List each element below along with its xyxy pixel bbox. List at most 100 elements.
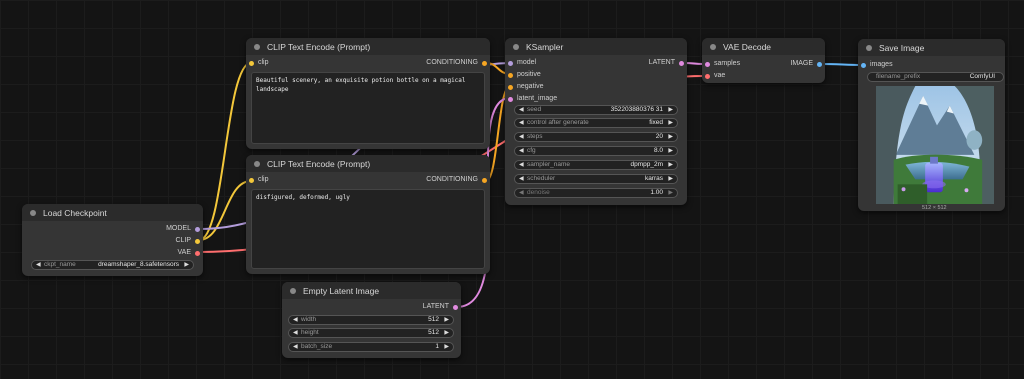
vae-decode-node[interactable]: VAE Decode samples IMAGE vae: [702, 38, 825, 83]
input-vae-port[interactable]: [705, 74, 710, 79]
ckpt-name-combo[interactable]: ◀ ckpt_name dreamshaper_8.safetensors ▶: [31, 260, 194, 270]
right-arrow-icon[interactable]: ▶: [668, 175, 673, 183]
save-image-node[interactable]: Save Image images filename_prefix ComfyU…: [858, 39, 1005, 211]
clip-text-encode-negative-node[interactable]: CLIP Text Encode (Prompt) clip CONDITION…: [246, 155, 490, 274]
input-samples-port[interactable]: [705, 62, 710, 67]
collapse-dot-icon[interactable]: [30, 209, 36, 216]
output-latent-port[interactable]: [453, 305, 458, 310]
left-arrow-icon[interactable]: ◀: [293, 329, 298, 337]
collapse-dot-icon[interactable]: [710, 43, 716, 50]
node-title: Save Image: [879, 42, 925, 53]
node-title-bar[interactable]: VAE Decode: [702, 38, 825, 55]
output-latent-label: LATENT: [422, 303, 449, 310]
ksampler-node[interactable]: KSampler model LATENT positive negative …: [505, 38, 687, 205]
collapse-dot-icon[interactable]: [254, 160, 260, 167]
width-widget[interactable]: ◀ width 512 ▶: [288, 315, 454, 325]
left-arrow-icon[interactable]: ◀: [519, 133, 524, 141]
steps-widget[interactable]: ◀ steps 20 ▶: [514, 132, 678, 142]
right-arrow-icon[interactable]: ▶: [668, 161, 673, 169]
widget-label: ckpt_name: [44, 261, 76, 268]
widget-value: dpmpp_2m: [630, 161, 663, 168]
node-title-bar[interactable]: CLIP Text Encode (Prompt): [246, 38, 490, 55]
denoise-widget[interactable]: ◀ denoise 1.00 ▶: [514, 188, 678, 198]
output-conditioning-label: CONDITIONING: [426, 176, 478, 183]
collapse-dot-icon[interactable]: [513, 43, 519, 50]
right-arrow-icon[interactable]: ▶: [668, 133, 673, 141]
output-conditioning-port[interactable]: [482, 61, 487, 66]
seed-widget[interactable]: ◀ seed 352203880376 31 ▶: [514, 105, 678, 115]
input-clip-label: clip: [258, 59, 269, 66]
output-model-port[interactable]: [195, 227, 200, 232]
sampler-name-widget[interactable]: ◀ sampler_name dpmpp_2m ▶: [514, 160, 678, 170]
right-arrow-icon[interactable]: ▶: [668, 189, 673, 197]
scheduler-widget[interactable]: ◀ scheduler karras ▶: [514, 174, 678, 184]
node-title-bar[interactable]: KSampler: [505, 38, 687, 55]
node-title-bar[interactable]: CLIP Text Encode (Prompt): [246, 155, 490, 172]
left-arrow-icon[interactable]: ◀: [519, 119, 524, 127]
input-negative-label: negative: [517, 83, 544, 90]
filename-prefix-field[interactable]: filename_prefix ComfyUI: [867, 72, 1004, 82]
left-arrow-icon[interactable]: ◀: [519, 147, 524, 155]
output-conditioning-label: CONDITIONING: [426, 59, 478, 66]
input-negative-port[interactable]: [508, 85, 513, 90]
wire-images: [819, 63, 864, 66]
batch-size-widget[interactable]: ◀ batch_size 1 ▶: [288, 342, 454, 352]
node-title: CLIP Text Encode (Prompt): [267, 41, 371, 52]
output-latent-port[interactable]: [679, 61, 684, 66]
widget-label: sampler_name: [527, 161, 570, 168]
widget-label: control after generate: [527, 119, 589, 126]
control-after-generate-widget[interactable]: ◀ control after generate fixed ▶: [514, 118, 678, 128]
widget-value: dreamshaper_8.safetensors: [98, 261, 179, 268]
node-title: CLIP Text Encode (Prompt): [267, 158, 371, 169]
right-arrow-icon[interactable]: ▶: [444, 343, 449, 351]
generated-image-preview[interactable]: [876, 86, 994, 204]
collapse-dot-icon[interactable]: [290, 287, 296, 294]
prompt-textarea[interactable]: disfigured, deformed, ugly: [251, 189, 485, 269]
input-images-port[interactable]: [861, 63, 866, 68]
input-positive-port[interactable]: [508, 73, 513, 78]
node-title-bar[interactable]: Save Image: [858, 39, 1005, 56]
prompt-textarea[interactable]: Beautiful scenery, an exquisite potion b…: [251, 72, 485, 144]
collapse-dot-icon[interactable]: [866, 44, 872, 51]
left-arrow-icon[interactable]: ◀: [293, 316, 298, 324]
right-arrow-icon[interactable]: ▶: [668, 147, 673, 155]
right-arrow-icon[interactable]: ▶: [444, 329, 449, 337]
input-clip-port[interactable]: [249, 178, 254, 183]
widget-value: 512: [428, 316, 439, 323]
left-arrow-icon[interactable]: ◀: [519, 189, 524, 197]
output-clip-port[interactable]: [195, 239, 200, 244]
input-clip-port[interactable]: [249, 61, 254, 66]
right-arrow-icon[interactable]: ▶: [668, 119, 673, 127]
left-arrow-icon[interactable]: ◀: [519, 161, 524, 169]
node-title-bar[interactable]: Load Checkpoint: [22, 204, 203, 221]
widget-label: width: [301, 316, 317, 323]
wire-clip-positive: [198, 62, 252, 241]
left-arrow-icon[interactable]: ◀: [519, 175, 524, 183]
right-arrow-icon[interactable]: ▶: [184, 261, 189, 269]
input-latent-image-port[interactable]: [508, 97, 513, 102]
right-arrow-icon[interactable]: ▶: [668, 106, 673, 114]
left-arrow-icon[interactable]: ◀: [36, 261, 41, 269]
output-latent-label: LATENT: [648, 59, 675, 66]
output-image-port[interactable]: [817, 62, 822, 67]
input-positive-label: positive: [517, 71, 541, 78]
collapse-dot-icon[interactable]: [254, 43, 260, 50]
empty-latent-image-node[interactable]: Empty Latent Image LATENT ◀ width 512 ▶ …: [282, 282, 461, 358]
widget-value: 512: [428, 329, 439, 336]
input-model-port[interactable]: [508, 61, 513, 66]
output-conditioning-port[interactable]: [482, 178, 487, 183]
left-arrow-icon[interactable]: ◀: [519, 106, 524, 114]
node-title-bar[interactable]: Empty Latent Image: [282, 282, 461, 299]
widget-label: seed: [527, 106, 542, 113]
output-vae-port[interactable]: [195, 251, 200, 256]
left-arrow-icon[interactable]: ◀: [293, 343, 298, 351]
height-widget[interactable]: ◀ height 512 ▶: [288, 328, 454, 338]
widget-value: 352203880376 31: [610, 106, 663, 113]
widget-value: 20: [655, 133, 663, 140]
right-arrow-icon[interactable]: ▶: [444, 316, 449, 324]
cfg-widget[interactable]: ◀ cfg 8.0 ▶: [514, 146, 678, 156]
load-checkpoint-node[interactable]: Load Checkpoint MODEL CLIP VAE ◀ ckpt_na…: [22, 204, 203, 276]
output-clip-label: CLIP: [175, 237, 191, 244]
wire-clip-negative: [198, 180, 252, 241]
clip-text-encode-positive-node[interactable]: CLIP Text Encode (Prompt) clip CONDITION…: [246, 38, 490, 149]
